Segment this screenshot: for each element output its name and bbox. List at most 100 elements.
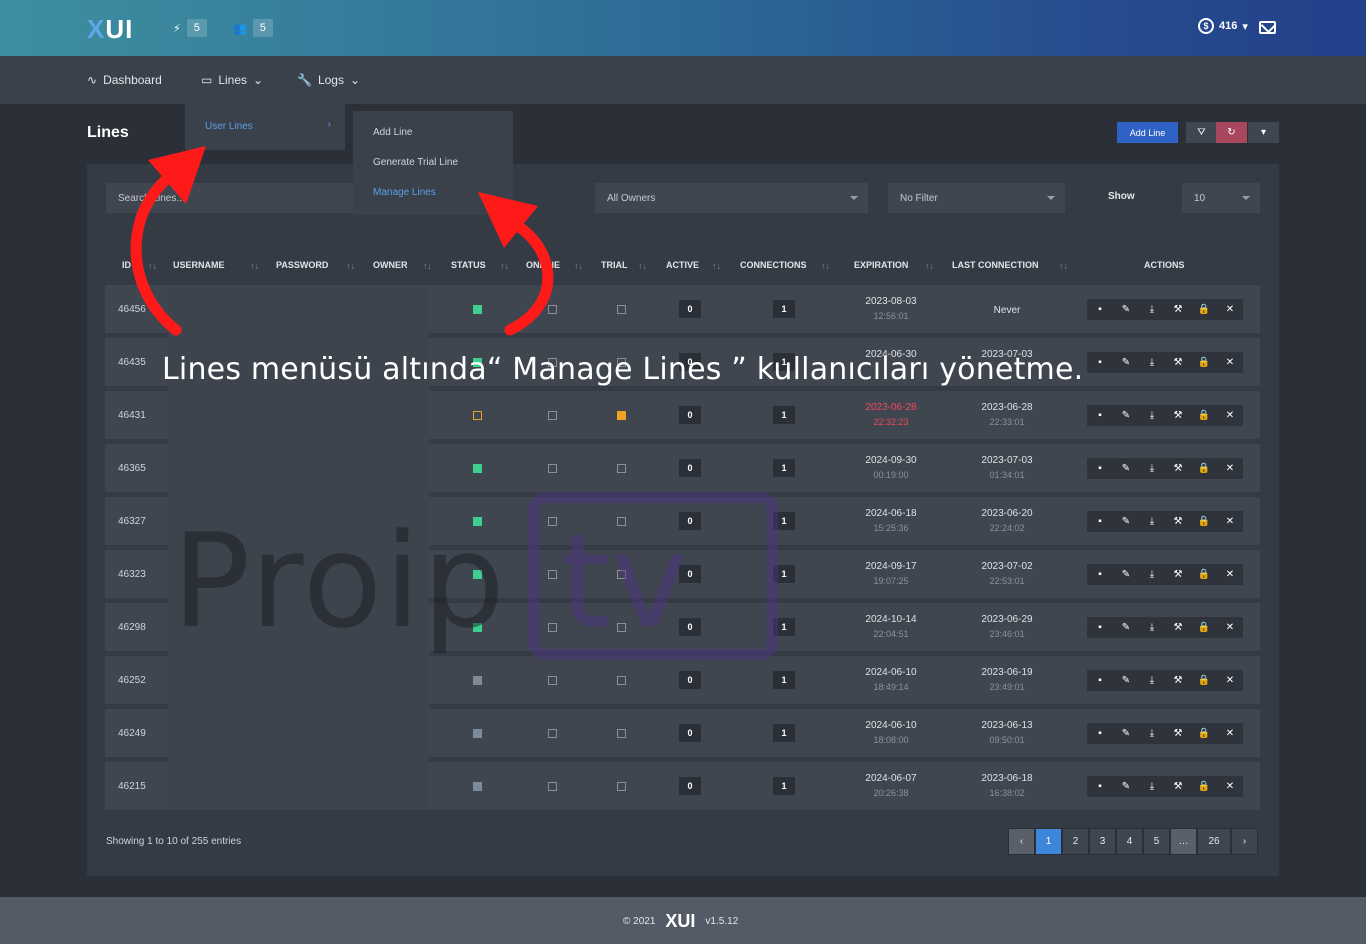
sort-icon[interactable]: ↑↓ — [638, 261, 647, 271]
file-icon[interactable]: ▪ — [1087, 564, 1113, 585]
hammer-icon[interactable]: ⚒ — [1165, 723, 1191, 744]
col-last-connection[interactable]: LAST CONNECTION — [952, 260, 1039, 270]
sort-icon[interactable]: ↑↓ — [423, 261, 432, 271]
add-line-button[interactable]: Add Line — [1117, 122, 1178, 143]
hammer-icon[interactable]: ⚒ — [1165, 670, 1191, 691]
next-page-button[interactable]: › — [1231, 828, 1258, 855]
hammer-icon[interactable]: ⚒ — [1165, 776, 1191, 797]
pencil-icon[interactable]: ✎ — [1113, 511, 1139, 532]
page-button[interactable]: 3 — [1089, 828, 1116, 855]
download-icon[interactable]: ⤓ — [1139, 352, 1165, 373]
close-icon[interactable]: ✕ — [1217, 352, 1243, 373]
page-button[interactable]: 2 — [1062, 828, 1089, 855]
file-icon[interactable]: ▪ — [1087, 511, 1113, 532]
lock-icon[interactable]: 🔒 — [1191, 617, 1217, 638]
col-active[interactable]: ACTIVE — [666, 260, 699, 270]
lock-icon[interactable]: 🔒 — [1191, 299, 1217, 320]
sort-icon[interactable]: ↑↓ — [500, 261, 509, 271]
col-online[interactable]: ONLINE — [526, 260, 560, 270]
menu-item-generate-trial-line[interactable]: Generate Trial Line — [373, 157, 458, 168]
page-button[interactable]: 1 — [1035, 828, 1062, 855]
pencil-icon[interactable]: ✎ — [1113, 352, 1139, 373]
col-status[interactable]: STATUS — [451, 260, 486, 270]
sort-icon[interactable]: ↑↓ — [346, 261, 355, 271]
more-options-button[interactable]: ▾ — [1248, 122, 1279, 143]
close-icon[interactable]: ✕ — [1217, 564, 1243, 585]
lock-icon[interactable]: 🔒 — [1191, 458, 1217, 479]
lock-icon[interactable]: 🔒 — [1191, 511, 1217, 532]
mail-icon[interactable] — [1259, 21, 1276, 34]
download-icon[interactable]: ⤓ — [1139, 670, 1165, 691]
page-button[interactable]: 4 — [1116, 828, 1143, 855]
connections-stat[interactable]: ⚡ 5 — [173, 18, 207, 38]
download-icon[interactable]: ⤓ — [1139, 458, 1165, 479]
close-icon[interactable]: ✕ — [1217, 723, 1243, 744]
file-icon[interactable]: ▪ — [1087, 405, 1113, 426]
nav-logs[interactable]: 🔧 Logs ⌄ — [297, 73, 360, 87]
sort-icon[interactable]: ↑↓ — [574, 261, 583, 271]
col-id[interactable]: ID — [122, 260, 131, 270]
hammer-icon[interactable]: ⚒ — [1165, 564, 1191, 585]
prev-page-button[interactable]: ‹ — [1008, 828, 1035, 855]
users-stat[interactable]: 👥 5 — [233, 18, 273, 38]
search-input[interactable]: Search Lines... — [106, 183, 366, 213]
col-owner[interactable]: OWNER — [373, 260, 408, 270]
close-icon[interactable]: ✕ — [1217, 299, 1243, 320]
nav-dashboard[interactable]: ∿ Dashboard — [87, 73, 162, 87]
status-filter-select[interactable]: No Filter — [888, 183, 1065, 213]
lock-icon[interactable]: 🔒 — [1191, 776, 1217, 797]
refresh-button[interactable]: ↻ — [1216, 122, 1247, 143]
hammer-icon[interactable]: ⚒ — [1165, 299, 1191, 320]
close-icon[interactable]: ✕ — [1217, 458, 1243, 479]
close-icon[interactable]: ✕ — [1217, 670, 1243, 691]
sort-icon[interactable]: ↑↓ — [821, 261, 830, 271]
file-icon[interactable]: ▪ — [1087, 723, 1113, 744]
col-connections[interactable]: CONNECTIONS — [740, 260, 807, 270]
nav-lines[interactable]: ▭ Lines ⌄ — [201, 73, 263, 87]
hammer-icon[interactable]: ⚒ — [1165, 405, 1191, 426]
file-icon[interactable]: ▪ — [1087, 352, 1113, 373]
hammer-icon[interactable]: ⚒ — [1165, 352, 1191, 373]
sort-icon[interactable]: ↑↓ — [148, 261, 157, 271]
pencil-icon[interactable]: ✎ — [1113, 299, 1139, 320]
lock-icon[interactable]: 🔒 — [1191, 723, 1217, 744]
download-icon[interactable]: ⤓ — [1139, 723, 1165, 744]
file-icon[interactable]: ▪ — [1087, 670, 1113, 691]
file-icon[interactable]: ▪ — [1087, 776, 1113, 797]
menu-item-add-line[interactable]: Add Line — [373, 127, 412, 138]
hammer-icon[interactable]: ⚒ — [1165, 617, 1191, 638]
owner-select[interactable]: All Owners — [595, 183, 868, 213]
sort-icon[interactable]: ↑↓ — [712, 261, 721, 271]
pencil-icon[interactable]: ✎ — [1113, 617, 1139, 638]
page-size-select[interactable]: 10 — [1182, 183, 1260, 213]
menu-item-manage-lines[interactable]: Manage Lines — [373, 187, 436, 198]
download-icon[interactable]: ⤓ — [1139, 776, 1165, 797]
pencil-icon[interactable]: ✎ — [1113, 458, 1139, 479]
sort-icon[interactable]: ↑↓ — [1059, 261, 1068, 271]
close-icon[interactable]: ✕ — [1217, 511, 1243, 532]
pencil-icon[interactable]: ✎ — [1113, 405, 1139, 426]
download-icon[interactable]: ⤓ — [1139, 564, 1165, 585]
col-password[interactable]: PASSWORD — [276, 260, 328, 270]
lock-icon[interactable]: 🔒 — [1191, 564, 1217, 585]
col-expiration[interactable]: EXPIRATION — [854, 260, 908, 270]
col-trial[interactable]: TRIAL — [601, 260, 628, 270]
pencil-icon[interactable]: ✎ — [1113, 723, 1139, 744]
page-button[interactable]: 5 — [1143, 828, 1170, 855]
col-username[interactable]: USERNAME — [173, 260, 225, 270]
hammer-icon[interactable]: ⚒ — [1165, 458, 1191, 479]
close-icon[interactable]: ✕ — [1217, 405, 1243, 426]
hammer-icon[interactable]: ⚒ — [1165, 511, 1191, 532]
pencil-icon[interactable]: ✎ — [1113, 564, 1139, 585]
close-icon[interactable]: ✕ — [1217, 776, 1243, 797]
lock-icon[interactable]: 🔒 — [1191, 405, 1217, 426]
download-icon[interactable]: ⤓ — [1139, 511, 1165, 532]
download-icon[interactable]: ⤓ — [1139, 299, 1165, 320]
file-icon[interactable]: ▪ — [1087, 458, 1113, 479]
xui-logo[interactable]: XUI — [87, 14, 133, 45]
file-icon[interactable]: ▪ — [1087, 617, 1113, 638]
credits-dropdown[interactable]: $ 416 ▾ — [1198, 18, 1248, 34]
lock-icon[interactable]: 🔒 — [1191, 670, 1217, 691]
file-icon[interactable]: ▪ — [1087, 299, 1113, 320]
page-button[interactable]: 26 — [1197, 828, 1231, 855]
